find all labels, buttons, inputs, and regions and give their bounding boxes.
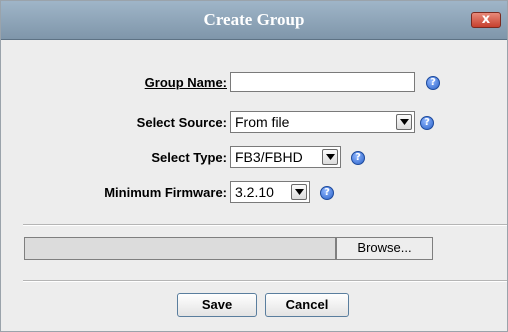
chevron-down-icon[interactable]: [396, 114, 412, 130]
dialog-titlebar[interactable]: Create Group x: [1, 1, 507, 40]
select-type-value: FB3/FBHD: [235, 149, 303, 165]
file-path-field[interactable]: [24, 237, 336, 260]
help-icon[interactable]: ?: [420, 116, 434, 130]
create-group-dialog: Create Group x Group Name: ? Select Sour…: [0, 0, 508, 332]
divider: [23, 280, 507, 282]
browse-button[interactable]: Browse...: [336, 237, 433, 260]
close-icon: x: [481, 12, 491, 27]
select-type-row: Select Type: FB3/FBHD ?: [1, 146, 508, 170]
close-button[interactable]: x: [471, 12, 501, 28]
help-icon[interactable]: ?: [426, 76, 440, 90]
minimum-firmware-value: 3.2.10: [235, 184, 274, 200]
select-source-row: Select Source: From file ?: [1, 111, 508, 135]
minimum-firmware-dropdown[interactable]: 3.2.10: [230, 181, 310, 203]
select-type-label: Select Type:: [151, 150, 227, 165]
minimum-firmware-label: Minimum Firmware:: [104, 185, 227, 200]
dialog-title: Create Group: [203, 10, 305, 29]
chevron-down-icon[interactable]: [322, 149, 338, 165]
save-button[interactable]: Save: [177, 293, 257, 317]
select-type-dropdown[interactable]: FB3/FBHD: [230, 146, 341, 168]
select-source-label: Select Source:: [136, 115, 227, 130]
select-source-value: From file: [235, 114, 290, 130]
help-icon[interactable]: ?: [351, 151, 365, 165]
cancel-button[interactable]: Cancel: [265, 293, 349, 317]
minimum-firmware-row: Minimum Firmware: 3.2.10 ?: [1, 181, 508, 205]
select-source-dropdown[interactable]: From file: [230, 111, 415, 133]
group-name-input[interactable]: [230, 72, 415, 92]
chevron-down-icon[interactable]: [291, 184, 307, 200]
group-name-row: Group Name: ?: [1, 71, 508, 95]
help-icon[interactable]: ?: [320, 186, 334, 200]
group-name-label: Group Name:: [144, 75, 227, 90]
divider: [23, 224, 507, 226]
